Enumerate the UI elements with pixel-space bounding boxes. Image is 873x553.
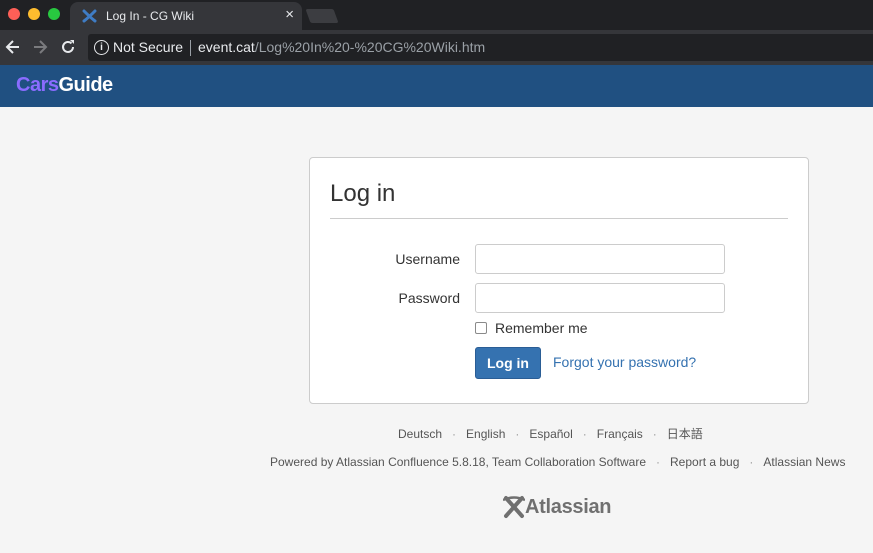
- tab-title: Log In - CG Wiki: [106, 9, 195, 23]
- footer-links: Powered by Atlassian Confluence 5.8.18, …: [270, 455, 845, 469]
- omnibox-divider: [190, 40, 191, 56]
- atlassian-news-link[interactable]: Atlassian News: [763, 455, 845, 469]
- separator: ·: [652, 427, 657, 441]
- remember-me-label[interactable]: Remember me: [495, 320, 588, 336]
- atlassian-wordmark: Atlassian: [525, 496, 612, 518]
- language-link-francais[interactable]: Français: [597, 427, 643, 441]
- info-icon[interactable]: i: [94, 40, 109, 55]
- forgot-password-link[interactable]: Forgot your password?: [553, 354, 696, 370]
- login-title: Log in: [330, 180, 396, 207]
- atlassian-mark-icon: [503, 496, 525, 518]
- language-link-japanese[interactable]: 日本語: [667, 427, 703, 441]
- language-link-deutsch[interactable]: Deutsch: [398, 427, 442, 441]
- address-bar[interactable]: i Not Secure event.cat/Log%20In%20-%20CG…: [88, 34, 873, 61]
- language-link-english[interactable]: English: [466, 427, 505, 441]
- login-card: Log in Username Password Remember me Log…: [309, 157, 809, 404]
- logo-part-cars: Cars: [16, 74, 59, 96]
- powered-by-link[interactable]: Powered by Atlassian Confluence 5.8.18, …: [270, 455, 646, 469]
- separator: ·: [656, 455, 661, 469]
- password-input[interactable]: [475, 283, 725, 313]
- separator: ·: [515, 427, 520, 441]
- login-button[interactable]: Log in: [475, 347, 541, 379]
- site-logo[interactable]: CarsGuide: [16, 74, 113, 97]
- separator: ·: [749, 455, 754, 469]
- security-label[interactable]: Not Secure: [113, 39, 183, 55]
- url-host: event.cat: [198, 39, 255, 55]
- confluence-favicon-icon: [82, 9, 97, 23]
- username-label: Username: [395, 251, 460, 267]
- url-text[interactable]: event.cat/Log%20In%20-%20CG%20Wiki.htm: [198, 39, 485, 55]
- title-divider: [330, 218, 788, 219]
- reload-icon[interactable]: [58, 37, 78, 57]
- browser-tab-bar: Log In - CG Wiki ×: [0, 0, 873, 30]
- close-window-button[interactable]: [8, 8, 20, 20]
- separator: ·: [452, 427, 457, 441]
- browser-tab[interactable]: Log In - CG Wiki ×: [70, 2, 302, 30]
- browser-toolbar: i Not Secure event.cat/Log%20In%20-%20CG…: [0, 30, 873, 65]
- forward-arrow-icon[interactable]: [30, 37, 50, 57]
- remember-me-checkbox[interactable]: [475, 322, 487, 334]
- tab-close-icon[interactable]: ×: [285, 6, 294, 24]
- site-header: CarsGuide: [0, 65, 873, 107]
- new-tab-button[interactable]: [305, 9, 339, 23]
- logo-part-guide: Guide: [58, 74, 113, 96]
- url-path: /Log%20In%20-%20CG%20Wiki.htm: [254, 39, 486, 55]
- separator: ·: [582, 427, 587, 441]
- minimize-window-button[interactable]: [28, 8, 40, 20]
- password-label: Password: [398, 290, 460, 306]
- report-bug-link[interactable]: Report a bug: [670, 455, 739, 469]
- back-arrow-icon[interactable]: [3, 37, 23, 57]
- maximize-window-button[interactable]: [48, 8, 60, 20]
- username-input[interactable]: [475, 244, 725, 274]
- language-link-espanol[interactable]: Español: [529, 427, 572, 441]
